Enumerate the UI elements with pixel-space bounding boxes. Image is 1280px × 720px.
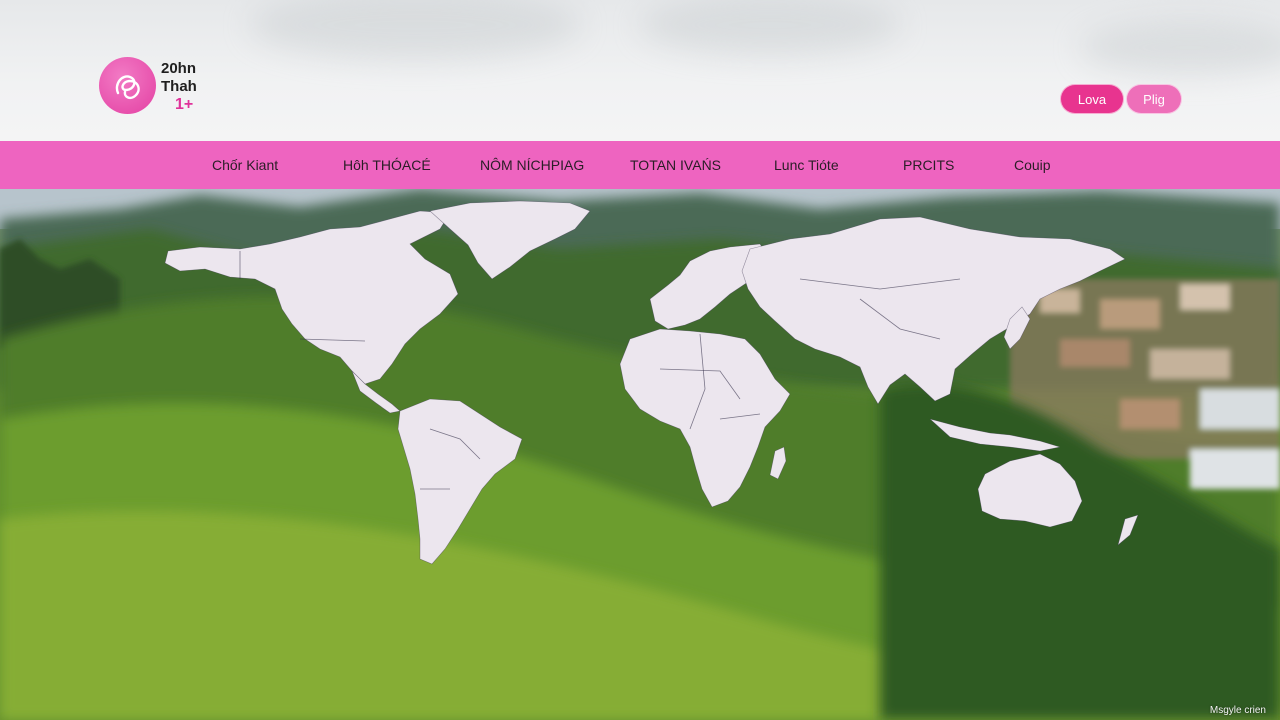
login-button[interactable]: Lova xyxy=(1060,84,1124,114)
nav-item-5[interactable]: Lunc Tióte xyxy=(774,141,839,189)
brand-line-3: 1+ xyxy=(175,96,194,113)
cloud-decoration xyxy=(250,0,580,60)
brand-line-1: 20hn xyxy=(161,60,197,77)
nav-item-2[interactable]: Hôh THÓACÉ xyxy=(343,141,431,189)
brand-name: 20hn Thah 1+ xyxy=(161,60,197,114)
cloud-decoration xyxy=(1080,20,1280,75)
nav-item-3[interactable]: NÔM NÍCHPIAG xyxy=(480,141,584,189)
brand-line-2: Thah xyxy=(161,78,197,95)
landscape-background xyxy=(0,189,1280,720)
signup-button[interactable]: Plig xyxy=(1126,84,1182,114)
hero-section: Msgyle crien xyxy=(0,189,1280,720)
photo-credit: Msgyle crien xyxy=(1209,705,1266,716)
nav-item-7[interactable]: Couip xyxy=(1014,141,1051,189)
header: 20hn Thah 1+ Lova Plig xyxy=(0,0,1280,141)
stylized-swirl-icon xyxy=(99,57,156,114)
main-nav: Chốr Kiant Hôh THÓACÉ NÔM NÍCHPIAG TOTAN… xyxy=(0,141,1280,189)
cloud-decoration xyxy=(640,0,900,55)
nav-item-4[interactable]: TOTAN IVAŃS xyxy=(630,141,721,189)
nav-item-6[interactable]: PRCITS xyxy=(903,141,954,189)
nav-item-1[interactable]: Chốr Kiant xyxy=(212,141,278,189)
brand-logo[interactable]: 20hn Thah 1+ xyxy=(99,57,197,114)
